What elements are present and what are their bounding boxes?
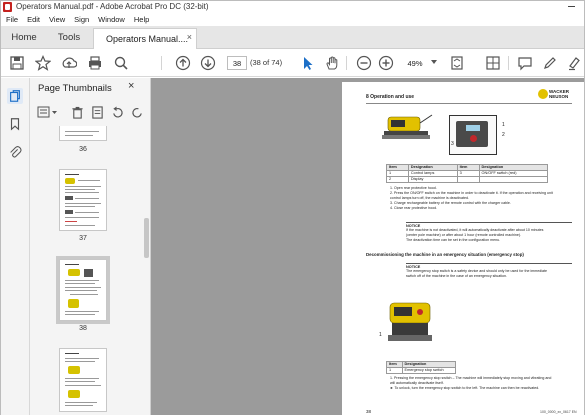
page-section-header: 8 Operation and use xyxy=(366,94,415,100)
zoom-in-icon[interactable] xyxy=(378,55,394,71)
document-view[interactable]: 8 Operation and use WACKER NEUSON 1 2 3 … xyxy=(151,78,584,415)
highlight-icon[interactable] xyxy=(566,55,582,71)
page-thumbnail[interactable] xyxy=(59,169,107,231)
toolbar-separator xyxy=(346,56,347,70)
instruction-steps: 1. Open rear protective hood. 2. Press t… xyxy=(390,186,553,210)
remote-control-detail xyxy=(449,115,497,155)
panel-title: Page Thumbnails xyxy=(38,83,112,94)
acrobat-window: Operators Manual.pdf - Adobe Acrobat Pro… xyxy=(0,0,585,415)
page-down-icon[interactable] xyxy=(200,55,216,71)
thumbnail-list: 36 37 38 xyxy=(30,126,151,415)
bookmark-star-icon[interactable] xyxy=(35,55,51,71)
delete-page-icon[interactable] xyxy=(70,105,84,119)
zoom-dropdown-icon[interactable] xyxy=(431,60,437,64)
title-bar: Operators Manual.pdf - Adobe Acrobat Pro… xyxy=(1,1,584,13)
acrobat-app-icon xyxy=(3,2,12,12)
hand-icon[interactable] xyxy=(324,55,340,71)
menu-help[interactable]: Help xyxy=(134,15,149,24)
fit-page-icon[interactable] xyxy=(449,55,465,71)
print-icon[interactable] xyxy=(87,55,103,71)
menu-bar: File Edit View Sign Window Help xyxy=(1,13,584,26)
pen-icon[interactable] xyxy=(542,55,558,71)
callout-number: 2 xyxy=(502,132,505,138)
tab-tools[interactable]: Tools xyxy=(47,26,91,48)
page-thumbnail[interactable] xyxy=(59,348,107,412)
thumbnail-page-number: 36 xyxy=(79,146,87,153)
wacker-neuson-logo-icon xyxy=(538,89,548,99)
menu-view[interactable]: View xyxy=(49,15,65,24)
menu-edit[interactable]: Edit xyxy=(27,15,40,24)
page-thumbnail-selected[interactable] xyxy=(56,256,110,324)
notice-box: NOTICE The emergency stop switch is a sa… xyxy=(406,263,572,279)
thumbnail-page-number: 38 xyxy=(79,325,87,332)
rammer-machine-illustration xyxy=(382,114,433,139)
callout-number: 3 xyxy=(451,141,454,147)
search-zoom-icon[interactable] xyxy=(113,55,129,71)
thumbnail-page-number: 37 xyxy=(79,235,87,242)
zoom-out-icon[interactable] xyxy=(356,55,372,71)
tab-bar: Home Tools Operators Manual.... × xyxy=(1,26,584,49)
page-footer-number: 38 xyxy=(366,409,372,414)
page-number-input[interactable]: 38 xyxy=(227,56,247,70)
page-count: (38 of 74) xyxy=(250,58,283,67)
tab-document-label: Operators Manual.... xyxy=(106,34,189,44)
instruction-steps: 1. Pressing the emergency stop switch – … xyxy=(390,376,552,390)
thumbnail-scrollbar-thumb[interactable] xyxy=(144,218,149,258)
window-title: Operators Manual.pdf - Adobe Acrobat Pro… xyxy=(16,2,209,11)
on-off-switch-icon xyxy=(470,135,477,142)
header-rule xyxy=(366,103,572,104)
tab-document[interactable]: Operators Manual.... × xyxy=(93,28,197,49)
scroll-mode-icon[interactable] xyxy=(485,55,501,71)
close-tab-icon[interactable]: × xyxy=(187,32,192,42)
legend-table: Item Designation Item Designation 1 Cont… xyxy=(386,164,548,183)
notice-box: NOTICE If the machine is not deactivated… xyxy=(406,222,572,243)
select-arrow-icon[interactable] xyxy=(300,55,316,71)
save-icon[interactable] xyxy=(9,55,25,71)
legend-table: Item Designation 1 Emergency stop switch xyxy=(386,361,457,374)
page-thumbnail[interactable] xyxy=(59,126,107,141)
thumbnail-options-icon[interactable] xyxy=(37,105,59,119)
callout-number: 1 xyxy=(379,332,382,338)
page-thumbnails-panel: Page Thumbnails × 36 37 38 xyxy=(30,78,151,415)
toolbar-separator xyxy=(508,56,509,70)
main-toolbar: 38 (38 of 74) 49% xyxy=(1,49,584,77)
callout-number: 1 xyxy=(502,122,505,128)
insert-page-icon[interactable] xyxy=(90,105,104,119)
thumbnail-toolbar xyxy=(30,102,151,124)
upload-icon[interactable] xyxy=(61,55,77,71)
page-up-icon[interactable] xyxy=(175,55,191,71)
thumbnail-scrollbar[interactable] xyxy=(144,126,149,415)
attachments-icon[interactable] xyxy=(7,144,23,160)
pdf-page: 8 Operation and use WACKER NEUSON 1 2 3 … xyxy=(342,82,584,415)
menu-window[interactable]: Window xyxy=(98,15,125,24)
minimize-button[interactable] xyxy=(563,1,579,12)
section-heading: Decommissioning the machine in an emerge… xyxy=(366,252,524,257)
close-panel-icon[interactable]: × xyxy=(128,80,134,92)
tab-home[interactable]: Home xyxy=(1,26,47,48)
page-thumbnails-icon[interactable] xyxy=(7,88,23,104)
navigation-pane-strip xyxy=(1,78,30,415)
machine-emergency-stop-illustration xyxy=(388,302,432,341)
zoom-level-field[interactable]: 49% xyxy=(401,56,429,70)
page-footer-code: 100_0000_xx_0617 EN xyxy=(540,410,577,414)
menu-sign[interactable]: Sign xyxy=(74,15,89,24)
rotate-left-icon[interactable] xyxy=(110,105,124,119)
bookmarks-icon[interactable] xyxy=(7,116,23,132)
menu-file[interactable]: File xyxy=(6,15,18,24)
brand-logo-text: WACKER NEUSON xyxy=(549,89,569,99)
rotate-right-icon[interactable] xyxy=(130,105,144,119)
comment-icon[interactable] xyxy=(517,55,533,71)
toolbar-separator xyxy=(161,56,162,70)
